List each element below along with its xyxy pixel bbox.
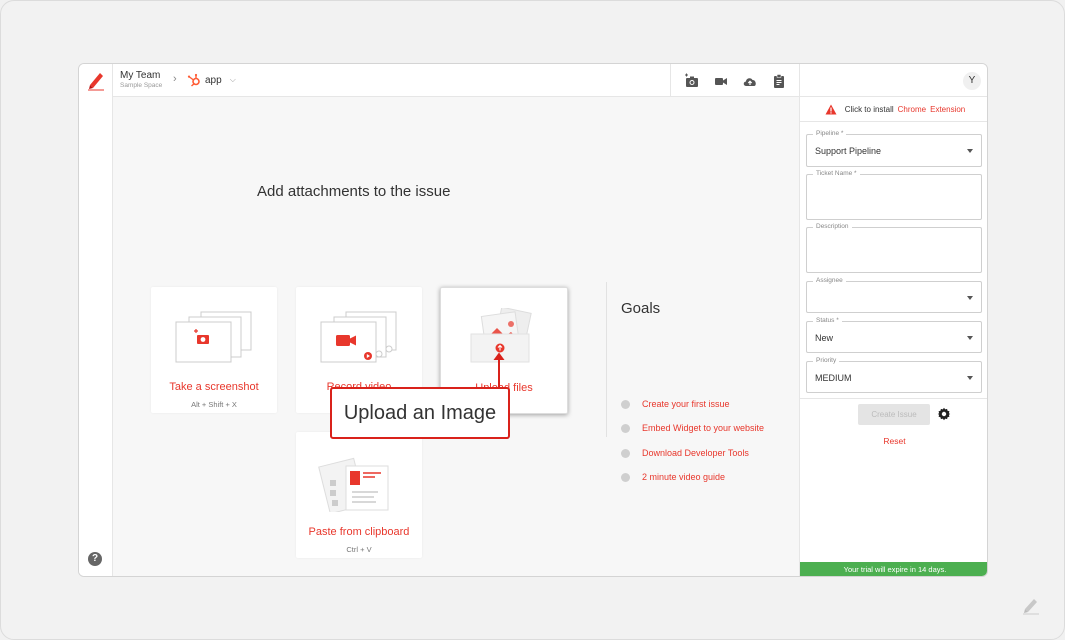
paste-clipboard-card[interactable]: Paste from clipboard Ctrl + V xyxy=(296,432,422,558)
card-shortcut: Alt + Shift + X xyxy=(191,400,237,409)
goal-item[interactable]: 2 minute video guide xyxy=(621,472,725,482)
clipboard-illustration-icon xyxy=(318,457,389,512)
trial-banner: Your trial will expire in 14 days. xyxy=(800,562,987,576)
goal-link[interactable]: 2 minute video guide xyxy=(642,472,725,482)
hubspot-icon xyxy=(187,73,200,87)
goals-title: Goals xyxy=(621,300,661,317)
pipeline-value: Support Pipeline xyxy=(815,146,882,156)
goal-item[interactable]: Download Developer Tools xyxy=(621,448,749,458)
pen-logo-icon[interactable] xyxy=(86,70,106,92)
issue-form-panel: Y Click to install Chrome Extension Pipe… xyxy=(799,64,987,576)
description-label: Description xyxy=(813,223,852,230)
panel-divider xyxy=(800,398,987,399)
app-window: ? My Team Sample Space › app ⌵ Add attac… xyxy=(78,63,988,577)
ticket-name-label: Ticket Name * xyxy=(813,170,860,177)
card-shortcut: Ctrl + V xyxy=(346,545,372,554)
chevron-down-icon xyxy=(967,149,973,153)
upload-image-callout: Upload an Image xyxy=(330,387,510,439)
goals-divider xyxy=(606,282,607,437)
goal-item[interactable]: Embed Widget to your website xyxy=(621,423,764,433)
warning-icon xyxy=(825,104,837,114)
goal-item[interactable]: Create your first issue xyxy=(621,399,730,409)
video-illustration-icon xyxy=(320,311,397,363)
status-label: Status * xyxy=(813,317,842,324)
help-icon[interactable]: ? xyxy=(88,552,102,566)
screenshot-illustration-icon xyxy=(175,311,252,363)
team-name: My Team xyxy=(120,70,161,81)
camera-plus-icon[interactable] xyxy=(684,73,700,89)
team-subtitle: Sample Space xyxy=(120,82,163,89)
install-text: Click to install xyxy=(844,104,894,114)
goal-status-dot xyxy=(621,399,630,409)
assignee-label: Assignee xyxy=(813,277,846,284)
chrome-link[interactable]: Chrome xyxy=(898,105,926,114)
ticket-name-field[interactable]: Ticket Name * xyxy=(806,170,982,220)
install-extension-banner[interactable]: Click to install Chrome Extension xyxy=(800,97,987,122)
chevron-down-icon xyxy=(967,376,973,380)
priority-label: Priority xyxy=(813,357,840,364)
goal-status-dot xyxy=(621,472,630,482)
goal-status-dot xyxy=(621,448,630,458)
goal-link[interactable]: Download Developer Tools xyxy=(642,448,749,458)
pipeline-label: Pipeline * xyxy=(813,130,847,137)
card-label: Paste from clipboard xyxy=(308,526,410,538)
project-name: app xyxy=(205,74,222,86)
goal-status-dot xyxy=(621,423,630,433)
chevron-down-icon: ⌵ xyxy=(229,75,236,84)
chevron-down-icon xyxy=(967,296,973,300)
left-sidebar: ? xyxy=(79,64,113,576)
create-issue-button[interactable]: Create Issue xyxy=(858,404,930,425)
capture-toolbar xyxy=(670,64,799,97)
goal-link[interactable]: Embed Widget to your website xyxy=(642,423,764,433)
chevron-down-icon xyxy=(967,336,973,340)
status-value: New xyxy=(815,333,834,343)
status-select[interactable]: Status * New xyxy=(806,317,982,353)
description-field[interactable]: Description xyxy=(806,223,982,273)
top-bar: My Team Sample Space › app ⌵ xyxy=(113,64,799,97)
clipboard-icon[interactable] xyxy=(771,73,787,89)
avatar[interactable]: Y xyxy=(963,72,981,90)
reset-link[interactable]: Reset xyxy=(800,436,987,446)
panel-header: Y xyxy=(800,64,987,97)
project-selector[interactable]: app ⌵ xyxy=(187,73,236,87)
priority-select[interactable]: Priority MEDIUM xyxy=(806,357,982,393)
priority-value: MEDIUM xyxy=(815,373,852,383)
callout-arrow-icon xyxy=(493,352,505,387)
card-label: Take a screenshot xyxy=(169,381,259,393)
page-title: Add attachments to the issue xyxy=(257,183,451,200)
gear-icon[interactable] xyxy=(937,407,951,421)
team-switcher[interactable]: My Team Sample Space xyxy=(120,70,162,89)
breadcrumb-separator: › xyxy=(173,73,177,85)
cloud-upload-icon[interactable] xyxy=(742,73,758,89)
assignee-select[interactable]: Assignee xyxy=(806,277,982,313)
main-content: Add attachments to the issue Take a scre… xyxy=(113,97,799,576)
extension-link[interactable]: Extension xyxy=(930,105,965,114)
video-icon[interactable] xyxy=(713,73,729,89)
pipeline-select[interactable]: Pipeline * Support Pipeline xyxy=(806,130,982,167)
pen-icon[interactable] xyxy=(1021,595,1041,615)
screenshot-card[interactable]: Take a screenshot Alt + Shift + X xyxy=(151,287,277,413)
goal-link[interactable]: Create your first issue xyxy=(642,399,730,409)
